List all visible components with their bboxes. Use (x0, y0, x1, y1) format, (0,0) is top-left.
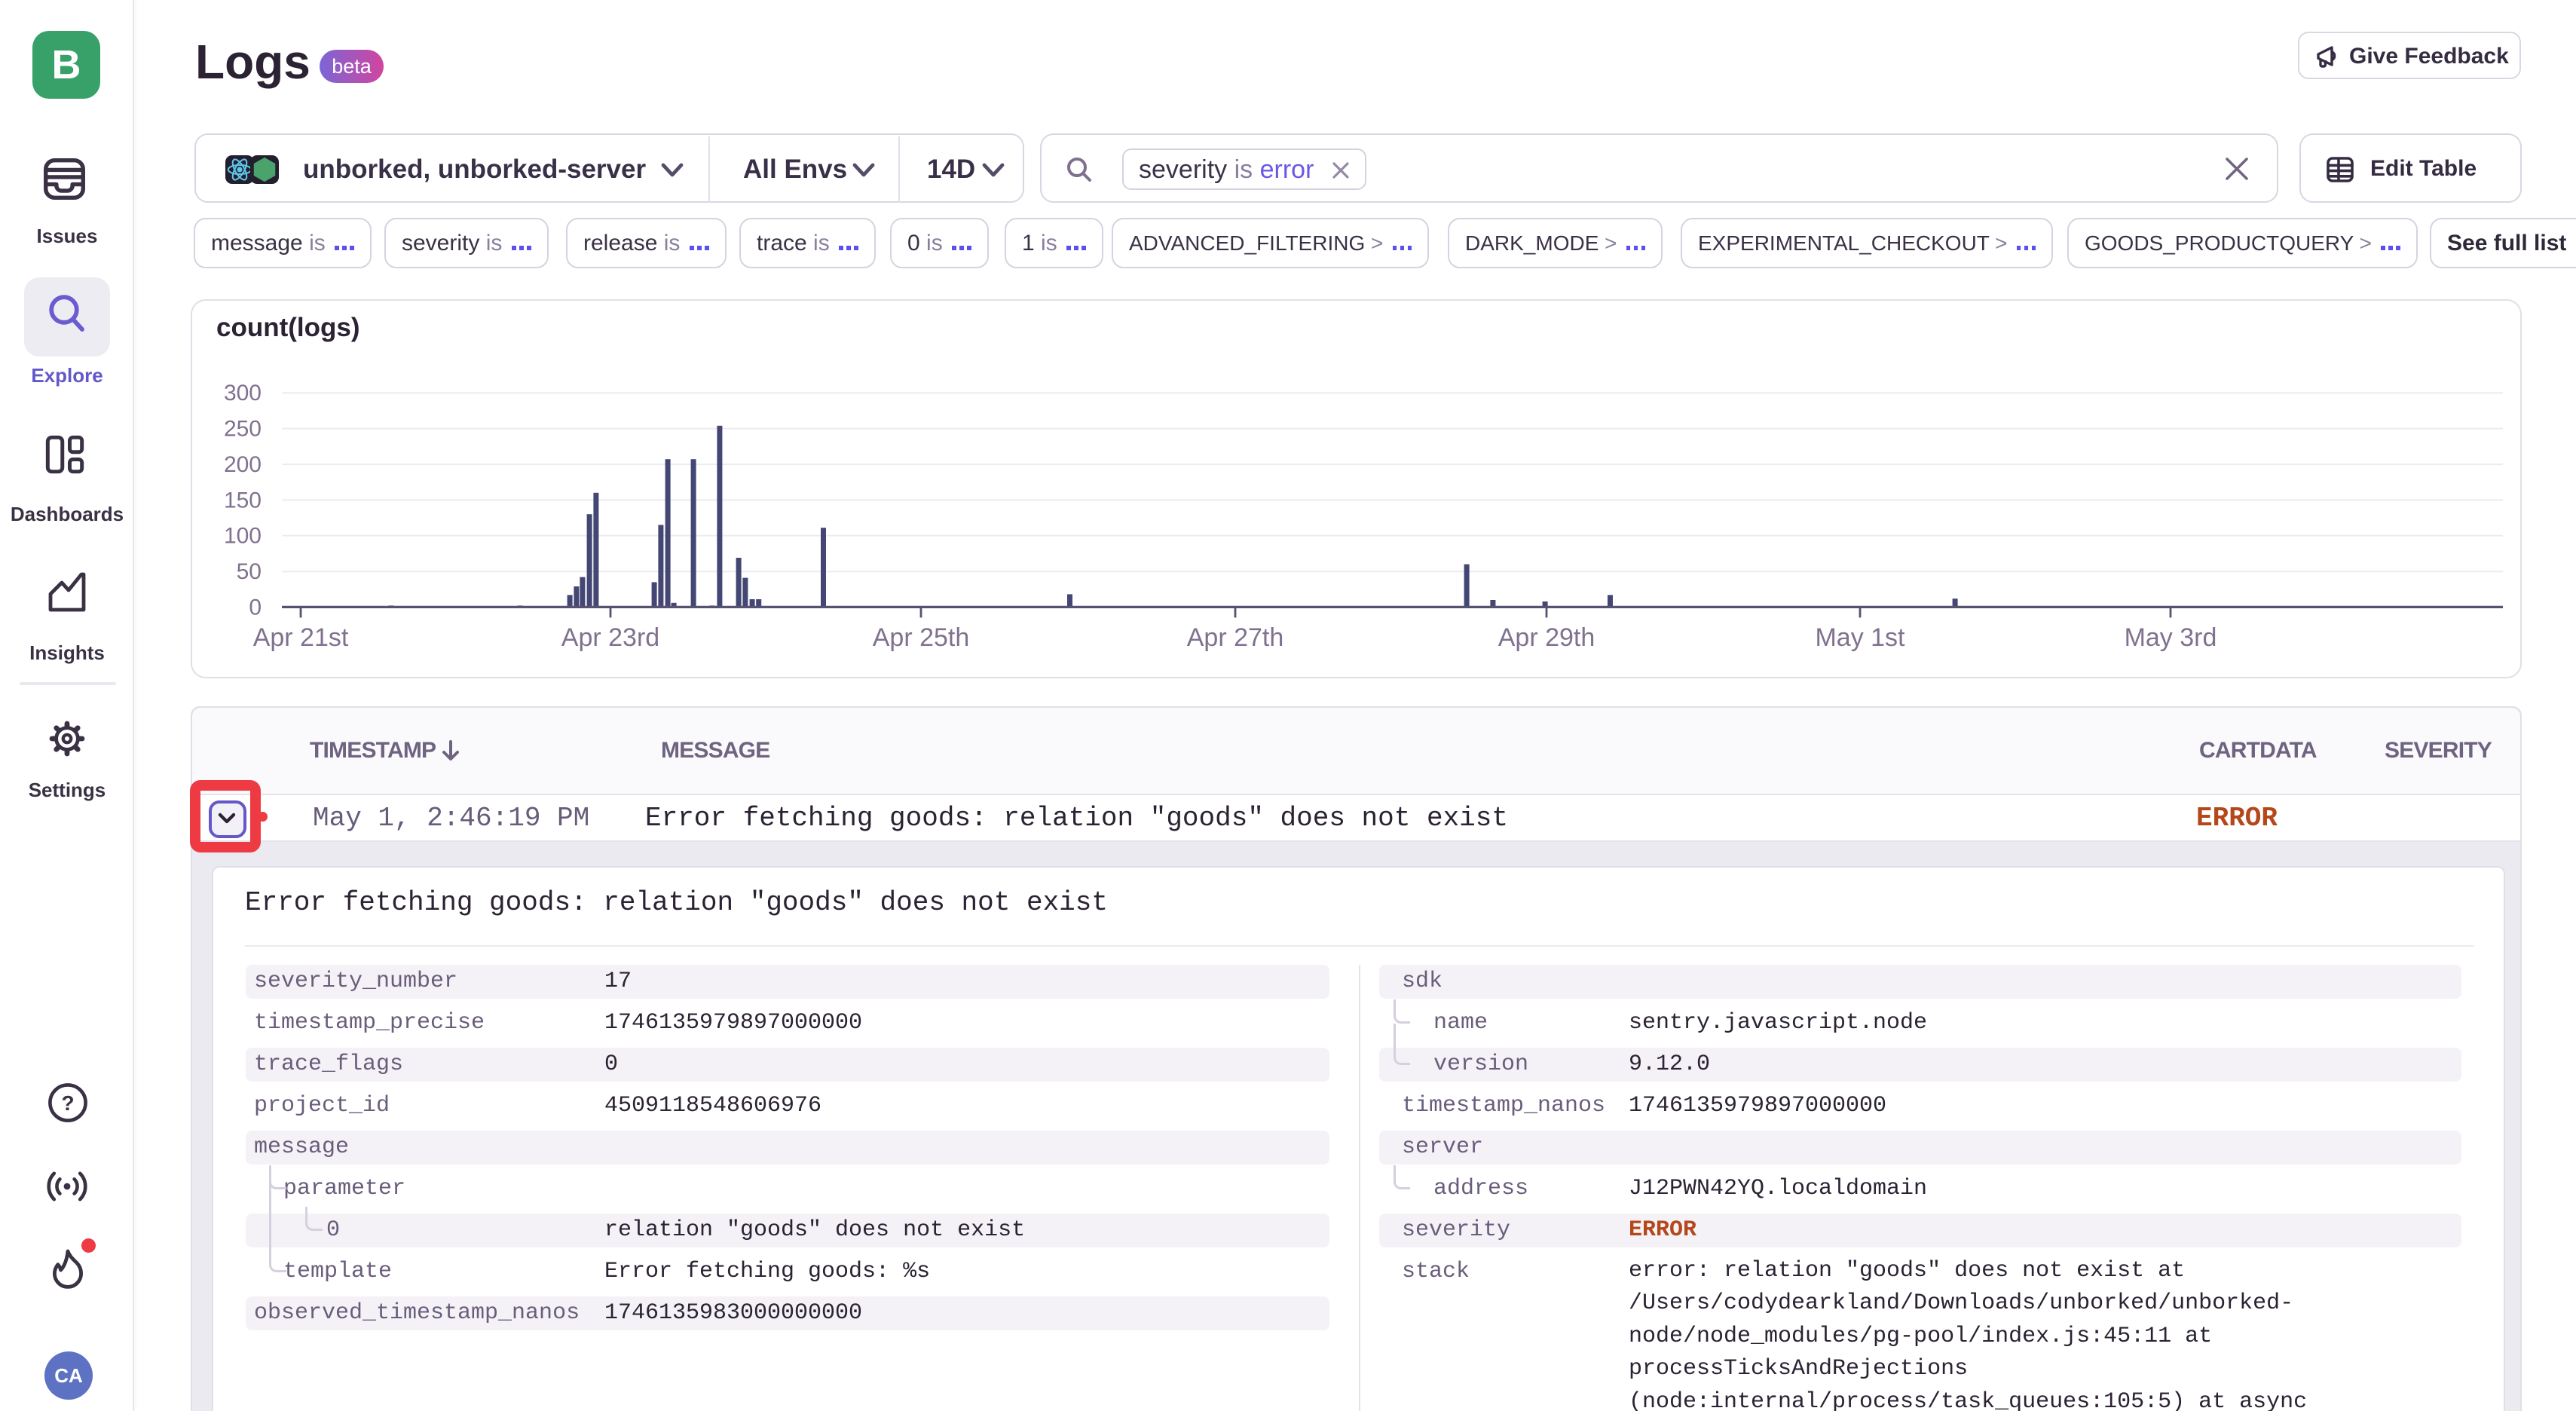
svg-text:Apr 27th: Apr 27th (1187, 623, 1284, 652)
svg-text:300: 300 (224, 381, 262, 406)
svg-text:Apr 21st: Apr 21st (253, 623, 349, 652)
svg-text:May 1st: May 1st (1815, 623, 1905, 652)
svg-text:Apr 25th: Apr 25th (873, 623, 970, 652)
svg-text:Apr 23rd: Apr 23rd (561, 623, 659, 652)
svg-text:Apr 29th: Apr 29th (1498, 623, 1595, 652)
svg-text:100: 100 (224, 524, 262, 549)
svg-text:?: ? (61, 1091, 74, 1115)
svg-text:150: 150 (224, 488, 262, 513)
svg-text:50: 50 (237, 559, 262, 584)
svg-text:May 3rd: May 3rd (2125, 623, 2217, 652)
svg-text:200: 200 (224, 452, 262, 477)
svg-text:250: 250 (224, 417, 262, 442)
svg-text:0: 0 (249, 595, 262, 620)
